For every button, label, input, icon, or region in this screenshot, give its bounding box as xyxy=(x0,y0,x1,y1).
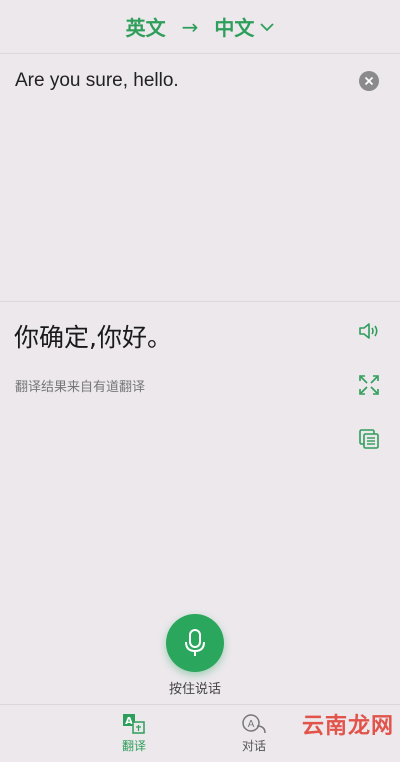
conversation-icon: A xyxy=(242,714,266,734)
svg-text:A: A xyxy=(248,719,255,730)
language-bar: 英文 → 中文 xyxy=(0,0,400,54)
nav-tab-conversation[interactable]: A 对话 xyxy=(224,713,284,754)
target-language-button[interactable]: 中文 xyxy=(214,12,275,41)
translation-source-note: 翻译结果来自有道翻译 xyxy=(15,380,146,395)
clear-button[interactable] xyxy=(359,71,379,91)
target-language-label: 中文 xyxy=(214,16,255,40)
swap-arrow-icon[interactable]: → xyxy=(182,15,199,39)
svg-text:A: A xyxy=(125,716,133,727)
chevron-down-icon xyxy=(260,22,275,31)
microphone-icon xyxy=(185,629,205,656)
watermark: 云南龙网 xyxy=(301,714,394,739)
fullscreen-button[interactable] xyxy=(356,372,382,398)
input-text[interactable]: Are you sure, hello. xyxy=(15,70,179,92)
source-language-label: 英文 xyxy=(125,16,166,40)
source-language-button[interactable]: 英文 xyxy=(126,12,166,41)
translate-icon: A xyxy=(123,714,145,734)
nav-label-conversation: 对话 xyxy=(241,739,266,753)
speaker-button[interactable] xyxy=(356,318,382,344)
hold-to-speak-label: 按住说话 xyxy=(168,682,221,697)
nav-tab-translate[interactable]: A 翻译 xyxy=(104,713,164,754)
nav-label-translate: 翻译 xyxy=(121,739,146,753)
translation-result: 你确定,你好。 xyxy=(14,323,172,352)
copy-button[interactable] xyxy=(356,426,382,452)
speaker-icon xyxy=(359,323,378,339)
input-area[interactable]: Are you sure, hello. xyxy=(0,54,400,302)
hold-to-speak-button[interactable] xyxy=(166,614,224,672)
close-icon xyxy=(364,76,374,86)
fullscreen-icon xyxy=(359,375,379,395)
copy-icon xyxy=(359,429,379,449)
